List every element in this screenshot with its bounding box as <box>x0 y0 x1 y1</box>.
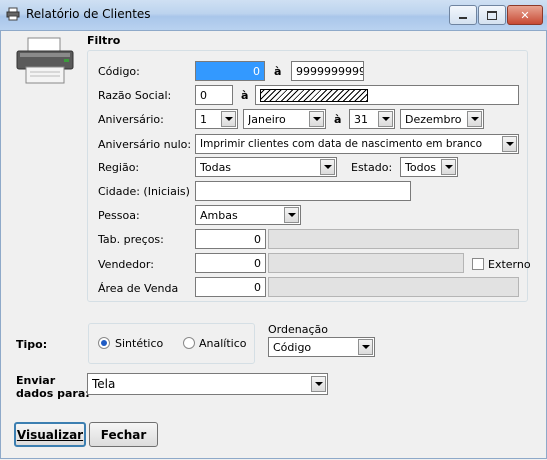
chevron-down-icon[interactable] <box>320 159 335 175</box>
close-icon: ✕ <box>520 8 530 22</box>
enviar-label-line2: dados para: <box>16 387 90 400</box>
chevron-down-icon[interactable] <box>358 339 373 355</box>
chevron-down-icon[interactable] <box>467 111 482 127</box>
area-venda-description <box>268 277 519 297</box>
chevron-down-icon[interactable] <box>441 159 456 175</box>
regiao-label: Região: <box>98 161 140 174</box>
pessoa-label: Pessoa: <box>98 209 140 222</box>
razao-social-from-input[interactable]: 0 <box>195 85 233 105</box>
regiao-select[interactable]: Todas <box>195 157 337 177</box>
maximize-icon <box>487 10 497 20</box>
fechar-button[interactable]: Fechar <box>89 422 158 447</box>
area-venda-label: Área de Venda <box>98 282 179 295</box>
aniversario-day-from-select[interactable]: 1 <box>195 109 238 129</box>
codigo-separator: à <box>274 65 282 78</box>
aniversario-nulo-select[interactable]: Imprimir clientes com data de nascimento… <box>195 134 519 154</box>
codigo-label: Código: <box>98 65 140 78</box>
area-venda-input[interactable]: 0 <box>195 277 266 297</box>
sintetico-radio[interactable] <box>98 337 110 349</box>
tipo-label: Tipo: <box>16 338 48 351</box>
chevron-down-icon[interactable] <box>502 136 517 152</box>
maximize-button[interactable] <box>478 5 506 25</box>
cidade-input[interactable] <box>195 181 411 201</box>
codigo-from-input[interactable]: 0 <box>195 61 265 81</box>
title-bar[interactable]: Relatório de Clientes ✕ <box>0 0 547 31</box>
chevron-down-icon[interactable] <box>309 111 324 127</box>
aniversario-day-to-select[interactable]: 31 <box>349 109 395 129</box>
chevron-down-icon[interactable] <box>221 111 236 127</box>
vendedor-input[interactable]: 0 <box>195 253 266 273</box>
razao-social-to-input[interactable] <box>255 85 519 105</box>
chevron-down-icon[interactable] <box>378 111 393 127</box>
externo-checkbox[interactable] <box>472 258 484 270</box>
codigo-to-input[interactable]: 9999999999 <box>291 61 364 81</box>
enviar-select[interactable]: Tela <box>87 373 328 395</box>
aniversario-month-from-select[interactable]: Janeiro <box>243 109 326 129</box>
externo-label: Externo <box>488 258 531 271</box>
aniversario-nulo-label: Aniversário nulo: <box>98 138 192 151</box>
aniversario-month-to-select[interactable]: Dezembro <box>400 109 484 129</box>
sintetico-label[interactable]: Sintético <box>115 337 163 350</box>
hatch-fill-value <box>260 88 368 102</box>
minimize-icon <box>459 17 467 19</box>
tab-precos-label: Tab. preços: <box>98 233 164 246</box>
aniversario-separator: à <box>334 113 342 126</box>
analitico-radio[interactable] <box>183 337 195 349</box>
cidade-label: Cidade: (Iniciais) <box>98 185 190 198</box>
window-title: Relatório de Clientes <box>26 7 151 21</box>
ordenacao-select[interactable]: Código <box>268 337 375 357</box>
tab-precos-description <box>268 229 519 249</box>
aniversario-label: Aniversário: <box>98 113 164 126</box>
analitico-label[interactable]: Analítico <box>199 337 247 350</box>
printer-icon <box>16 37 74 84</box>
estado-select[interactable]: Todos <box>400 157 458 177</box>
enviar-label-line1: Enviar <box>16 374 56 387</box>
printer-icon <box>6 7 20 21</box>
close-button[interactable]: ✕ <box>507 5 543 25</box>
estado-label: Estado: <box>351 161 393 174</box>
pessoa-select[interactable]: Ambas <box>195 205 301 225</box>
tab-precos-input[interactable]: 0 <box>195 229 266 249</box>
razao-social-separator: à <box>241 89 249 102</box>
chevron-down-icon[interactable] <box>284 207 299 223</box>
visualizar-button[interactable]: Visualizar <box>14 422 86 447</box>
minimize-button[interactable] <box>449 5 477 25</box>
vendedor-label: Vendedor: <box>98 258 154 271</box>
razao-social-label: Razão Social: <box>98 89 172 102</box>
chevron-down-icon[interactable] <box>311 376 326 392</box>
ordenacao-label: Ordenação <box>268 323 328 336</box>
vendedor-description <box>268 253 464 273</box>
filtro-header: Filtro <box>87 34 121 47</box>
